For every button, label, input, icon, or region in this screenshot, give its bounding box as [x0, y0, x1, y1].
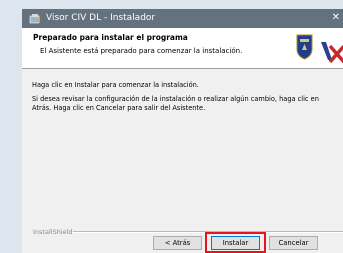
review-text: Si desea revisar la configuración de la …	[32, 95, 319, 112]
window-title: Visor CIV DL - Instalador	[46, 13, 156, 23]
wizard-content: Haga clic en Instalar para comenzar la i…	[22, 69, 343, 219]
vx-logo-icon	[320, 40, 343, 64]
installshield-label: InstallShield	[33, 228, 73, 236]
back-button[interactable]: < Atrás	[153, 236, 202, 250]
shield-emblem-icon	[296, 34, 313, 60]
installer-icon	[29, 13, 41, 24]
cancel-button[interactable]: Cancelar	[269, 236, 318, 250]
instruction-text: Haga clic en Instalar para comenzar la i…	[32, 81, 199, 89]
header-subtitle: El Asistente está preparado para comenza…	[40, 47, 243, 55]
wizard-header: Preparado para instalar el programa El A…	[22, 28, 343, 69]
footer-divider	[73, 231, 343, 233]
installer-window: Visor CIV DL - Instalador ✕ Preparado pa…	[22, 9, 343, 253]
install-button[interactable]: Instalar	[211, 236, 260, 250]
close-icon[interactable]: ✕	[332, 12, 340, 23]
title-bar: Visor CIV DL - Instalador ✕	[22, 9, 343, 28]
header-title: Preparado para instalar el programa	[33, 33, 188, 42]
